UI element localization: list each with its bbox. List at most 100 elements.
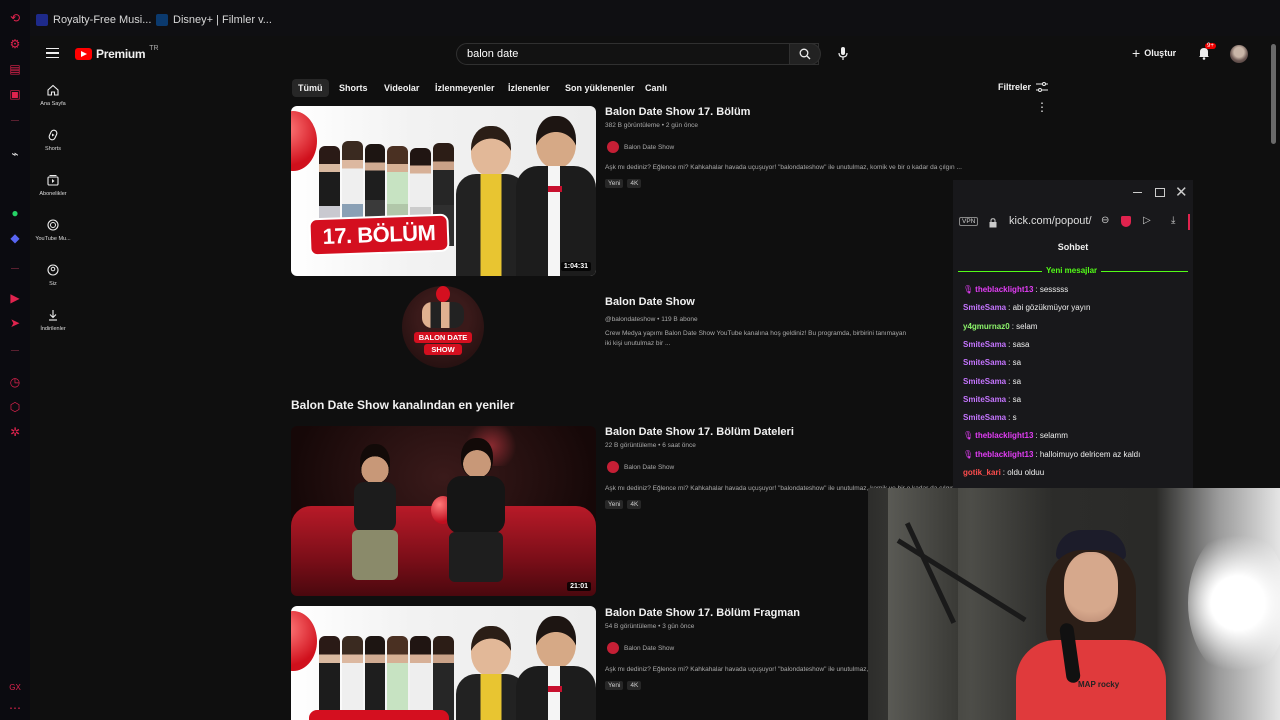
video-duration: 1:04:31 bbox=[560, 262, 591, 271]
chat-message: y4gmurnaz0: selam bbox=[963, 322, 1037, 331]
guest-woman-image bbox=[346, 444, 406, 592]
menu-icon[interactable] bbox=[46, 48, 59, 58]
send-icon[interactable]: ▷ bbox=[1143, 215, 1151, 226]
whatsapp-icon[interactable]: ● bbox=[7, 205, 23, 221]
video-title[interactable]: Balon Date Show 17. Bölüm bbox=[605, 106, 750, 118]
video-title[interactable]: Balon Date Show 17. Bölüm Fragman bbox=[605, 607, 800, 619]
chat-message: SmiteSama: sasa bbox=[963, 340, 1029, 349]
settings-icon[interactable]: ✲ bbox=[7, 424, 23, 440]
chip-all[interactable]: Tümü bbox=[292, 79, 329, 97]
minimize-icon[interactable] bbox=[1133, 192, 1142, 193]
channel-title[interactable]: Balon Date Show bbox=[605, 296, 695, 308]
host-right-image bbox=[516, 616, 596, 720]
nav-home[interactable]: Ana Sayfa bbox=[30, 84, 76, 107]
channel-avatar-large[interactable]: BALON DATE SHOW bbox=[402, 286, 484, 368]
mic-badge-icon: 🎙 bbox=[963, 285, 974, 294]
gx-control-icon[interactable]: ⚙ bbox=[7, 36, 23, 52]
chat-username[interactable]: SmiteSama bbox=[963, 303, 1006, 312]
search-button[interactable] bbox=[789, 43, 821, 65]
video-title[interactable]: Balon Date Show 17. Bölüm Dateleri bbox=[605, 426, 794, 438]
video-thumbnail[interactable] bbox=[291, 606, 596, 720]
chip-unwatched[interactable]: İzlenmeyenler bbox=[429, 79, 501, 97]
streamer-image: MAP rocky bbox=[1016, 530, 1166, 720]
brand-label: Premium bbox=[96, 47, 146, 61]
channel-link[interactable]: Balon Date Show bbox=[607, 642, 674, 654]
plus-icon: + bbox=[1132, 45, 1141, 61]
chat-username[interactable]: gotik_kari bbox=[963, 468, 1001, 477]
avatar[interactable] bbox=[1230, 45, 1248, 63]
chat-text: : halloimuyo delricem az kaldı bbox=[1035, 449, 1141, 459]
chat-username[interactable]: SmiteSama bbox=[963, 377, 1006, 386]
browser-sidebar: ⟲ ⚙ ▤ ▣ ⌁ ● ◆ ▶ ➤ ◷ ⬡ ✲ GX ⋯ bbox=[0, 0, 30, 720]
nav-you[interactable]: Siz bbox=[30, 264, 76, 287]
channel-description: Crew Medya yapımı Balon Date Show YouTub… bbox=[605, 330, 907, 337]
download-icon[interactable]: ⤓ bbox=[1171, 215, 1175, 226]
bookmark-royalty-free[interactable]: Royalty-Free Musi... bbox=[36, 14, 151, 26]
extensions-icon[interactable]: ⬡ bbox=[7, 399, 23, 415]
video-duration: 21:01 bbox=[567, 582, 591, 591]
chat-username[interactable]: y4gmurnaz0 bbox=[963, 322, 1010, 331]
new-badge: Yeni bbox=[605, 179, 624, 188]
chat-message: 🎙 theblacklight13: selamm bbox=[963, 431, 1068, 440]
chat-username[interactable]: SmiteSama bbox=[963, 340, 1006, 349]
video-meta: 382 B görüntüleme • 2 gün önce bbox=[605, 122, 698, 129]
bookmark-disney[interactable]: Disney+ | Filmler v... bbox=[156, 14, 272, 26]
quality-badge: 4K bbox=[627, 500, 642, 509]
video-badges: Yeni 4K bbox=[605, 500, 642, 509]
gx-cleaner-icon[interactable]: ▤ bbox=[7, 61, 23, 77]
chat-username[interactable]: theblacklight13 bbox=[975, 431, 1033, 440]
send-icon[interactable]: ➤ bbox=[7, 315, 23, 331]
zoom-out-icon[interactable]: ⊖ bbox=[1101, 215, 1109, 226]
chip-watched[interactable]: İzlenenler bbox=[502, 79, 556, 97]
video-meta: 22 B görüntüleme • 6 saat önce bbox=[605, 442, 696, 449]
nav-subscriptions[interactable]: Abonelikler bbox=[30, 174, 76, 197]
discord-icon[interactable]: ◆ bbox=[7, 230, 23, 246]
close-icon[interactable]: ✕ bbox=[1175, 183, 1188, 201]
channel-logo-text: BALON DATE bbox=[414, 332, 472, 343]
chat-username[interactable]: SmiteSama bbox=[963, 395, 1006, 404]
chat-username[interactable]: SmiteSama bbox=[963, 413, 1006, 422]
chip-live[interactable]: Canlı bbox=[639, 79, 673, 97]
chat-username[interactable]: theblacklight13 bbox=[975, 285, 1033, 294]
page-scrollbar[interactable] bbox=[1271, 44, 1276, 144]
voice-search-icon[interactable] bbox=[836, 47, 850, 61]
youtube-logo[interactable]: Premium TR bbox=[75, 45, 159, 61]
chip-recent[interactable]: Son yüklenenler bbox=[559, 79, 641, 97]
chat-username[interactable]: SmiteSama bbox=[963, 358, 1006, 367]
shield-icon[interactable] bbox=[1121, 216, 1131, 227]
gx-corner-icon[interactable]: ▣ bbox=[7, 86, 23, 102]
channel-link[interactable]: Balon Date Show bbox=[607, 461, 674, 473]
filters-button[interactable]: Filtreler bbox=[998, 82, 1049, 92]
chat-text: : sa bbox=[1008, 376, 1022, 386]
nav-shorts[interactable]: Shorts bbox=[30, 129, 76, 152]
kick-chat-popup: ✕ VPN kick.com/popout/ ⊖ ▷ ⤓ Sohbet Yeni… bbox=[953, 180, 1193, 488]
player-icon[interactable]: ▶ bbox=[7, 290, 23, 306]
search-input[interactable] bbox=[467, 48, 757, 60]
maximize-icon[interactable] bbox=[1155, 188, 1165, 197]
video-thumbnail[interactable]: 21:01 bbox=[291, 426, 596, 596]
nav-youtube-music[interactable]: YouTube Mu... bbox=[30, 219, 76, 242]
notification-badge: 9+ bbox=[1205, 43, 1216, 49]
search-box[interactable]: × bbox=[456, 43, 819, 65]
host-right-image bbox=[516, 116, 596, 276]
notifications-button[interactable]: 9+ bbox=[1198, 43, 1216, 63]
more-icon[interactable]: ⋯ bbox=[7, 700, 23, 716]
chip-shorts[interactable]: Shorts bbox=[333, 79, 374, 97]
vpn-badge[interactable]: VPN bbox=[959, 217, 979, 226]
clock-icon[interactable]: ◷ bbox=[7, 374, 23, 390]
chat-text: : abi gözükmüyor yayın bbox=[1008, 303, 1091, 313]
channel-link[interactable]: Balon Date Show bbox=[607, 141, 674, 153]
twitch-icon[interactable]: ⌁ bbox=[7, 146, 23, 162]
channel-description: iki kişi unutulmaz bir ... bbox=[605, 340, 671, 347]
url-field[interactable]: kick.com/popout/ bbox=[1009, 215, 1097, 227]
history-icon[interactable]: ⟲ bbox=[7, 10, 23, 26]
chip-videos[interactable]: Videolar bbox=[378, 79, 425, 97]
chat-text: : sa bbox=[1008, 358, 1022, 368]
divider bbox=[11, 350, 19, 351]
create-button[interactable]: + Oluştur bbox=[1132, 45, 1176, 61]
nav-downloads[interactable]: İndirilenler bbox=[30, 309, 76, 332]
channel-avatar bbox=[607, 141, 619, 153]
video-thumbnail[interactable]: 17. BÖLÜM 1:04:31 bbox=[291, 106, 596, 276]
chat-username[interactable]: theblacklight13 bbox=[975, 450, 1033, 459]
more-options-icon[interactable]: ⋮ bbox=[1036, 101, 1048, 113]
